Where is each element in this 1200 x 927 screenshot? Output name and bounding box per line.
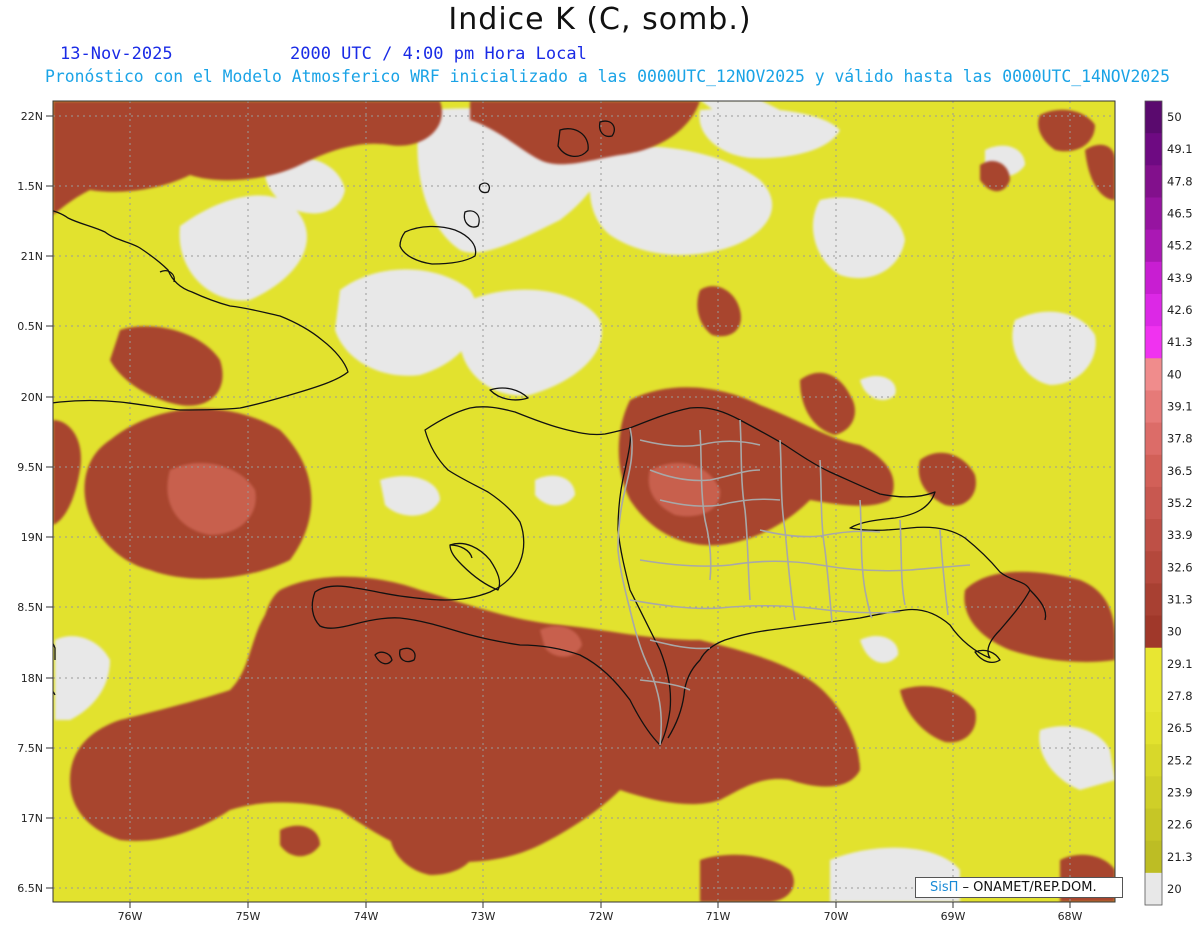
colorbar-swatch (1145, 551, 1162, 584)
colorbar-swatch (1145, 293, 1162, 327)
colorbar-label: 26.5 (1167, 721, 1193, 735)
forecast-time: 2000 UTC / 4:00 pm Hora Local (290, 44, 587, 64)
latitude-label: 0.5N (17, 320, 43, 333)
latitude-label: 18N (21, 672, 43, 685)
latitude-label: 9.5N (17, 461, 43, 474)
colorbar-label: 27.8 (1167, 689, 1193, 703)
colorbar-swatch (1145, 454, 1162, 488)
colorbar-label: 20 (1167, 882, 1182, 896)
latitude-label: 19N (21, 531, 43, 544)
latitude-axis (46, 115, 53, 889)
colorbar-swatch (1145, 712, 1162, 745)
colorbar-swatch (1145, 519, 1162, 552)
colorbar-swatch (1145, 390, 1162, 424)
colorbar-swatch (1145, 358, 1162, 391)
organization-text: – ONAMET/REP.DOM. (958, 880, 1097, 895)
map-title: Indice K (C, somb.) (448, 2, 752, 37)
colorbar-label: 30 (1167, 625, 1182, 639)
forecast-map-figure: 22N 1.5N 21N 0.5N 20N 9.5N 19N 8.5N 18N 7.5N 17N 6.… (17, 100, 1193, 923)
colorbar-label: 25.2 (1167, 753, 1193, 767)
colorbar-swatch (1145, 647, 1162, 681)
latitude-labels: 22N 1.5N 21N 0.5N 20N 9.5N 19N 8.5N 18N 7.5N 17N 6.… (17, 110, 43, 895)
sispi-logo-text: SisΠ (930, 880, 959, 895)
colorbar-swatch (1145, 133, 1162, 166)
colorbar-label: 45.2 (1167, 239, 1193, 253)
colorbar-label: 23.9 (1167, 785, 1193, 799)
colorbar-label: 36.5 (1167, 464, 1193, 478)
longitude-label: 69W (941, 910, 966, 923)
latitude-label: 21N (21, 250, 43, 263)
colorbar-label: 46.5 (1167, 207, 1193, 221)
longitude-axis (129, 902, 1071, 908)
colorbar-swatch (1145, 326, 1162, 359)
colorbar-label: 47.8 (1167, 174, 1193, 188)
longitude-label: 70W (824, 910, 849, 923)
colorbar-label: 40 (1167, 367, 1182, 381)
colorbar-label: 32.6 (1167, 560, 1193, 574)
latitude-label: 17N (21, 812, 43, 825)
colorbar-label: 35.2 (1167, 496, 1193, 510)
colorbar-swatch (1145, 229, 1162, 263)
colorbar-swatch (1145, 615, 1162, 649)
latitude-label: 20N (21, 391, 43, 404)
colorbar-swatch (1145, 486, 1162, 520)
forecast-description: Pronóstico con el Modelo Atmosferico WRF… (45, 67, 1170, 86)
colorbar-label: 42.6 (1167, 303, 1193, 317)
longitude-label: 76W (118, 910, 143, 923)
colorbar: 50 49.1 47.8 46.5 45.2 43.9 42.6 41.3 40 39.1 37.8… (1144, 100, 1193, 906)
colorbar-swatch (1145, 840, 1162, 874)
colorbar-swatch (1145, 808, 1162, 842)
latitude-label: 22N (21, 110, 43, 123)
colorbar-swatch (1145, 744, 1162, 777)
colorbar-label: 50 (1167, 110, 1182, 124)
colorbar-swatch (1145, 261, 1162, 295)
colorbar-label: 37.8 (1167, 432, 1193, 446)
colorbar-swatch (1145, 776, 1162, 810)
latitude-label: 6.5N (17, 882, 43, 895)
colorbar-swatch (1145, 583, 1162, 617)
colorbar-label: 41.3 (1167, 335, 1193, 349)
latitude-label: 8.5N (17, 601, 43, 614)
colorbar-label: 43.9 (1167, 271, 1193, 285)
credit-box: SisΠ – ONAMET/REP.DOM. (915, 877, 1123, 898)
longitude-label: 72W (589, 910, 614, 923)
colorbar-swatch (1145, 872, 1162, 906)
latitude-label: 7.5N (17, 742, 43, 755)
longitude-labels: 76W 75W 74W 73W 72W 71W 70W 69W 68W (118, 910, 1083, 923)
longitude-label: 71W (706, 910, 731, 923)
colorbar-swatch (1145, 679, 1162, 713)
forecast-date: 13-Nov-2025 (60, 44, 173, 64)
colorbar-label: 39.1 (1167, 400, 1193, 414)
longitude-label: 73W (471, 910, 496, 923)
latitude-label: 1.5N (17, 180, 43, 193)
longitude-label: 68W (1058, 910, 1083, 923)
colorbar-swatch (1145, 165, 1162, 198)
colorbar-label: 21.3 (1167, 850, 1193, 864)
colorbar-label: 22.6 (1167, 818, 1193, 832)
longitude-label: 75W (236, 910, 261, 923)
colorbar-label: 33.9 (1167, 528, 1193, 542)
colorbar-swatch (1145, 422, 1162, 456)
longitude-label: 74W (354, 910, 379, 923)
colorbar-label: 31.3 (1167, 592, 1193, 606)
colorbar-swatch (1145, 197, 1162, 231)
colorbar-swatch (1145, 101, 1162, 134)
colorbar-label: 29.1 (1167, 657, 1193, 671)
colorbar-label: 49.1 (1167, 142, 1193, 156)
